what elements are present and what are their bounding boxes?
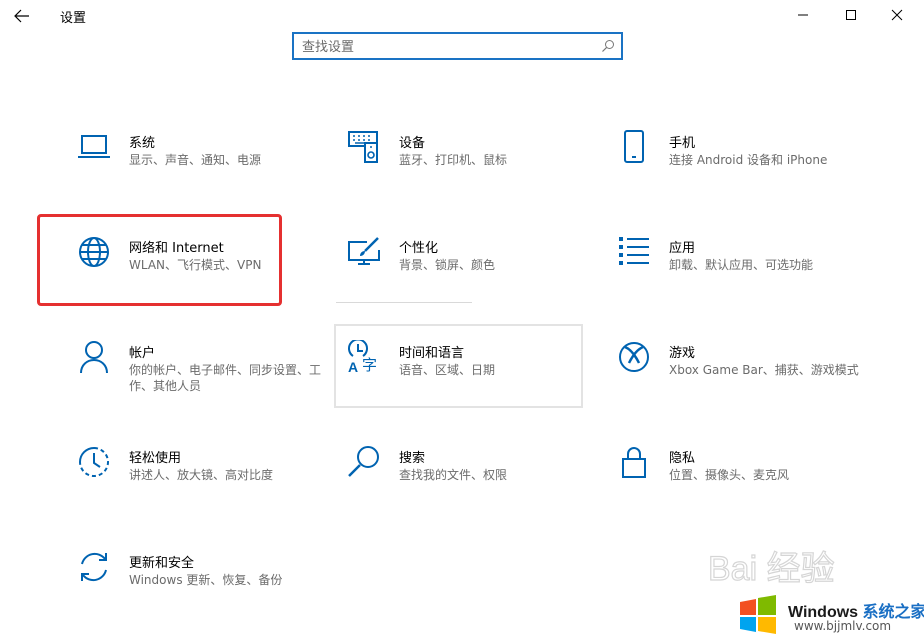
ease-of-access-icon [77,445,111,479]
tile-description: Windows 更新、恢复、备份 [129,573,283,587]
tile-privacy[interactable]: 隐私 位置、摄像头、麦克风 [617,445,867,531]
tile-name: 帐户 [129,346,156,361]
tile-name: 设备 [399,136,426,151]
minimize-button[interactable] [780,0,826,30]
tile-name: 搜索 [399,451,426,466]
highlight-annotation [37,214,282,306]
maximize-icon [846,10,856,20]
tile-name: 系统 [129,136,156,151]
phone-icon [617,130,651,164]
tile-phone[interactable]: 手机 连接 Android 设备和 iPhone [617,130,867,216]
tile-description: 连接 Android 设备和 iPhone [669,153,828,167]
laptop-icon [77,130,111,164]
title-bar: 设置 [0,0,924,32]
tile-ease-of-access[interactable]: 轻松使用 讲述人、放大镜、高对比度 [77,445,327,531]
tile-update-security[interactable]: 更新和安全 Windows 更新、恢复、备份 [77,550,327,636]
back-arrow-icon [14,9,29,23]
time-language-icon: A 字 [347,340,381,374]
window-title: 设置 [60,11,87,26]
tile-devices[interactable]: 设备 蓝牙、打印机、鼠标 [347,130,597,216]
site-url: www.bjjmlv.com [794,619,892,633]
tile-name: 更新和安全 [129,556,195,571]
tile-description: Xbox Game Bar、捕获、游戏模式 [669,363,859,377]
tile-name: 隐私 [669,451,696,466]
search-box[interactable] [292,32,623,60]
lock-icon [617,445,651,479]
tile-apps[interactable]: 应用 卸载、默认应用、可选功能 [617,235,867,321]
tile-name: 轻松使用 [129,451,182,466]
tile-name: 游戏 [669,346,696,361]
svg-text:字: 字 [362,356,377,374]
tile-personalization[interactable]: 个性化 背景、锁屏、颜色 [347,235,597,321]
close-icon [891,9,903,21]
search-icon[interactable] [601,39,615,53]
xbox-icon [617,340,651,374]
windows-logo-icon [740,595,776,634]
baidu-watermark-text: Bai 经验 [708,550,835,588]
tile-description: 卸载、默认应用、可选功能 [669,258,814,272]
keyboard-speaker-icon [347,130,381,164]
search-input[interactable] [302,37,592,57]
tile-description: 背景、锁屏、颜色 [399,258,496,272]
person-icon [77,340,111,374]
baidu-watermark: Bai 经验 [704,536,904,596]
tile-name: 手机 [669,136,696,151]
tile-name: 时间和语言 [399,346,465,361]
tile-description: 查找我的文件、权限 [399,468,508,482]
paint-brush-icon [347,235,381,269]
tile-accounts[interactable]: 帐户 你的帐户、电子邮件、同步设置、工作、其他人员 [77,340,327,426]
tile-description: 蓝牙、打印机、鼠标 [399,153,508,167]
tile-time-language[interactable]: A 字 时间和语言 语音、区域、日期 [347,340,597,426]
tile-system[interactable]: 系统 显示、声音、通知、电源 [77,130,327,216]
tile-search[interactable]: 搜索 查找我的文件、权限 [347,445,597,531]
svg-text:A: A [348,359,358,374]
magnifier-icon [347,445,381,479]
tile-description: 讲述人、放大镜、高对比度 [129,468,274,482]
tile-name: 个性化 [399,241,439,256]
back-button[interactable] [10,5,34,27]
maximize-button[interactable] [828,0,874,30]
apps-list-icon [617,235,651,269]
tile-description: 显示、声音、通知、电源 [129,153,262,167]
tile-description: 你的帐户、电子邮件、同步设置、工作、其他人员 [129,363,322,393]
tile-name: 应用 [669,241,696,256]
tile-gaming[interactable]: 游戏 Xbox Game Bar、捕获、游戏模式 [617,340,867,426]
tile-description: 语音、区域、日期 [399,363,496,377]
tile-description: 位置、摄像头、麦克风 [669,468,790,482]
minimize-icon [798,14,808,16]
close-button[interactable] [874,0,920,30]
refresh-icon [77,550,111,584]
site-watermark: Windows 系统之家 www.bjjmlv.com [736,590,924,639]
